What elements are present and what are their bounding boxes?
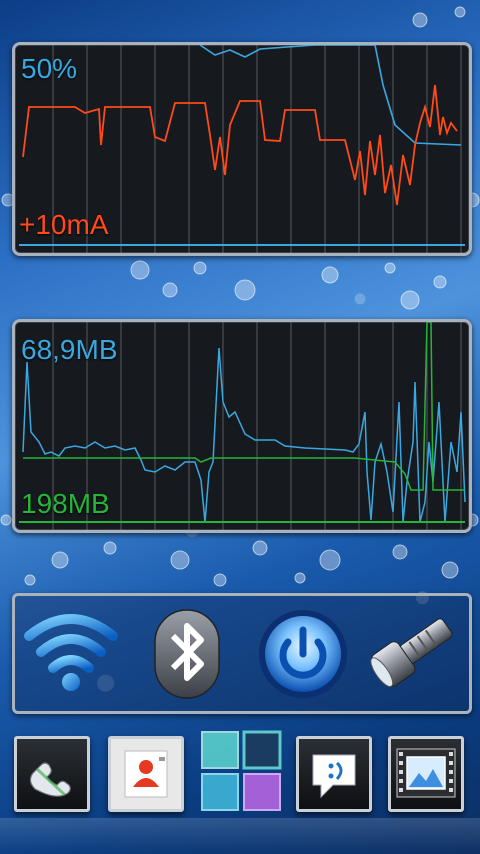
wifi-icon: [24, 614, 118, 691]
dock-reflection: [0, 818, 480, 854]
battery-percent-label: 50%: [21, 53, 78, 84]
phone-icon: [29, 762, 71, 797]
quick-toggles-widget: [12, 593, 472, 714]
app-grid-icon: [201, 730, 282, 811]
message-icon: [312, 754, 356, 799]
bluetooth-icon: [154, 609, 220, 699]
flashlight-icon: [370, 618, 453, 688]
dock-phone[interactable]: [14, 736, 90, 812]
battery-current-label: +10mA: [19, 209, 109, 240]
battery-graph-widget[interactable]: 50% +10mA: [12, 42, 472, 256]
dock-gallery[interactable]: [388, 736, 464, 812]
memory-used-label: 68,9MB: [21, 334, 118, 365]
gallery-icon: [396, 748, 456, 798]
dock-messaging[interactable]: [296, 736, 372, 812]
power-toggle[interactable]: [255, 606, 351, 702]
wifi-toggle[interactable]: [23, 606, 119, 702]
flashlight-toggle[interactable]: [365, 606, 461, 702]
current-line: [22, 84, 458, 206]
memory-graph-widget[interactable]: 68,9MB 198MB: [12, 319, 472, 533]
dock-app-drawer[interactable]: [200, 730, 282, 811]
battery-percent-line: [199, 45, 462, 146]
contacts-icon: [124, 750, 168, 798]
power-icon: [259, 610, 347, 698]
bluetooth-toggle[interactable]: [139, 606, 235, 702]
dock-contacts[interactable]: [108, 736, 184, 812]
memory-free-label: 198MB: [21, 488, 110, 519]
